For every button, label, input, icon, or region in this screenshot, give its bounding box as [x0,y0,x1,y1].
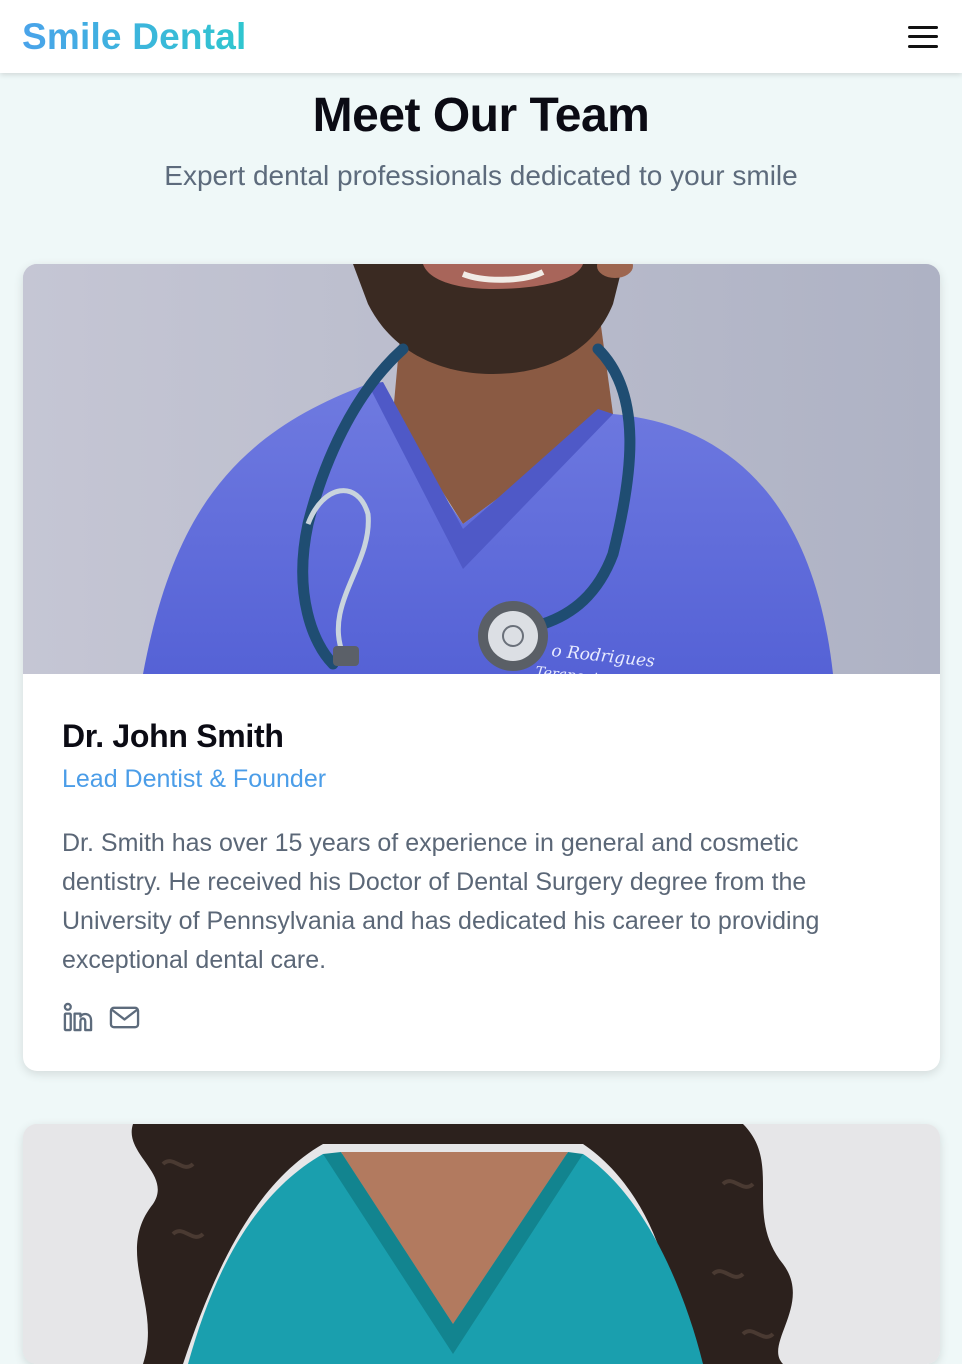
top-navbar: Smile Dental [0,0,962,73]
team-member-bio: Dr. Smith has over 15 years of experienc… [62,829,820,974]
page-title: Meet Our Team [312,89,650,142]
brand-logo[interactable]: Smile Dental [22,16,246,58]
hamburger-menu-icon[interactable] [906,22,940,52]
email-icon[interactable] [109,1002,140,1033]
team-member-card [23,1124,940,1364]
linkedin-icon[interactable] [62,1002,93,1033]
dentist-photo-illustration [23,1124,940,1364]
team-member-role: Lead Dentist & Founder [62,765,327,793]
menu-bar [908,35,938,38]
team-member-card: o Rodrigues Terapeuta Dr. John Smith Lea… [23,264,940,1071]
team-member-info: Dr. John Smith Lead Dentist & Founder Dr… [23,674,940,1033]
team-member-photo [23,1124,940,1364]
dentist-photo-illustration: o Rodrigues Terapeuta [23,264,940,674]
menu-bar [908,44,938,48]
menu-bar [908,25,938,29]
social-links [62,1002,901,1033]
team-member-name: Dr. John Smith [62,718,284,754]
page-subtitle: Expert dental professionals dedicated to… [164,160,798,191]
team-member-photo: o Rodrigues Terapeuta [23,264,940,674]
